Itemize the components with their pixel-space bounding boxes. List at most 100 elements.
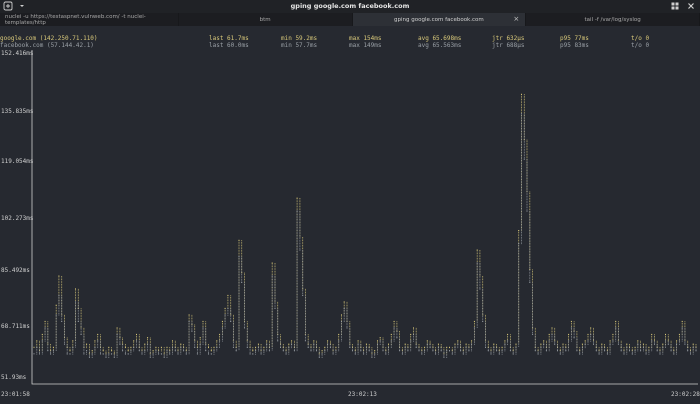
chart-point xyxy=(634,350,636,352)
chart-point xyxy=(352,350,353,352)
chart-point xyxy=(465,343,467,345)
chart-point xyxy=(526,159,528,160)
chart-point xyxy=(271,330,273,332)
chart-point xyxy=(354,353,356,355)
chart-point xyxy=(188,320,190,322)
chart-point xyxy=(518,304,520,306)
chart-point xyxy=(371,353,373,355)
chart-point xyxy=(526,146,528,147)
chart-point xyxy=(377,353,378,355)
chart-point xyxy=(532,316,533,317)
chart-point xyxy=(299,199,301,201)
chart-point xyxy=(277,340,279,342)
chart-point xyxy=(55,329,57,331)
chart-point xyxy=(571,323,572,324)
chart-point xyxy=(526,162,528,164)
chart-point xyxy=(532,285,533,287)
chart-point xyxy=(55,321,57,323)
chart-point xyxy=(684,337,686,339)
chart-point xyxy=(576,345,578,347)
chart-point xyxy=(222,335,223,337)
chart-point xyxy=(47,345,49,347)
chart-point xyxy=(288,343,290,345)
chart-point xyxy=(485,316,486,318)
chart-point xyxy=(147,345,148,347)
chart-point xyxy=(390,333,392,335)
chart-point xyxy=(640,340,641,342)
chart-point xyxy=(305,317,306,319)
chart-point xyxy=(296,222,298,224)
chart-point xyxy=(61,293,63,295)
chart-point xyxy=(529,220,531,222)
chart-point xyxy=(501,350,503,352)
chart-point xyxy=(457,343,459,345)
chart-point xyxy=(318,355,320,357)
chart-point xyxy=(61,292,63,293)
chart-point xyxy=(152,353,154,355)
chart-point xyxy=(299,247,301,249)
chart-point xyxy=(559,353,561,355)
chart-point xyxy=(692,352,694,353)
chart-point xyxy=(584,347,586,349)
chart-point xyxy=(532,327,533,328)
chart-point xyxy=(302,270,304,272)
chart-point xyxy=(58,306,60,308)
chart-point xyxy=(100,340,101,342)
chart-point xyxy=(238,278,240,280)
chart-point xyxy=(238,270,240,272)
chart-point xyxy=(518,323,520,325)
chart-point xyxy=(637,340,639,342)
chart-point xyxy=(318,350,320,352)
chart-point xyxy=(346,324,348,326)
terminal-area[interactable]: google.com (142.250.71.110) last 61.7ms … xyxy=(0,26,700,404)
chart-point xyxy=(113,350,115,352)
chart-point xyxy=(529,278,531,280)
chart-point xyxy=(368,347,370,349)
chart-point xyxy=(679,342,680,344)
chart-point xyxy=(266,340,268,342)
tab-btm[interactable]: btm xyxy=(179,13,353,26)
chart-point xyxy=(640,345,641,347)
chart-point xyxy=(94,345,96,347)
chart-point xyxy=(238,349,240,351)
tab-nuclei[interactable]: nuclei -u https://testaspnet.vulnweb.com… xyxy=(0,13,179,26)
chart-point xyxy=(437,343,439,345)
chart-point xyxy=(302,286,304,288)
chart-point xyxy=(349,343,351,345)
chart-point xyxy=(296,225,298,227)
chart-point xyxy=(61,311,63,313)
chart-point xyxy=(58,303,60,305)
close-icon[interactable] xyxy=(686,1,696,11)
tab-close-icon[interactable]: × xyxy=(513,15,519,23)
chart-point xyxy=(263,353,265,355)
chart-point xyxy=(91,350,93,352)
chart-point xyxy=(410,337,412,339)
chart-point xyxy=(570,327,572,329)
grid-icon[interactable] xyxy=(670,1,680,11)
chart-point xyxy=(476,280,478,282)
chart-point xyxy=(158,348,159,350)
chart-point xyxy=(136,342,137,344)
chart-point xyxy=(296,263,298,265)
chart-point xyxy=(213,353,215,355)
chart-point xyxy=(138,350,140,352)
chart-point xyxy=(83,337,85,339)
chart-point xyxy=(72,345,74,347)
tab-gping[interactable]: gping google.com facebook.com × xyxy=(352,13,527,26)
chart-point xyxy=(343,313,345,314)
chart-point xyxy=(233,318,234,319)
chart-point xyxy=(177,352,179,353)
chart-point xyxy=(460,342,461,344)
chart-point xyxy=(684,334,686,336)
chart-point xyxy=(518,243,520,244)
chart-point xyxy=(532,309,533,311)
chart-point xyxy=(462,348,464,350)
chart-point xyxy=(532,304,533,306)
chart-point xyxy=(529,281,531,283)
chart-point xyxy=(526,147,528,149)
chart-point xyxy=(618,324,619,326)
chart-point xyxy=(64,342,65,343)
chart-point xyxy=(55,311,57,313)
chart-point xyxy=(521,176,522,177)
tab-syslog[interactable]: tail -f /var/log/syslog xyxy=(526,13,700,26)
